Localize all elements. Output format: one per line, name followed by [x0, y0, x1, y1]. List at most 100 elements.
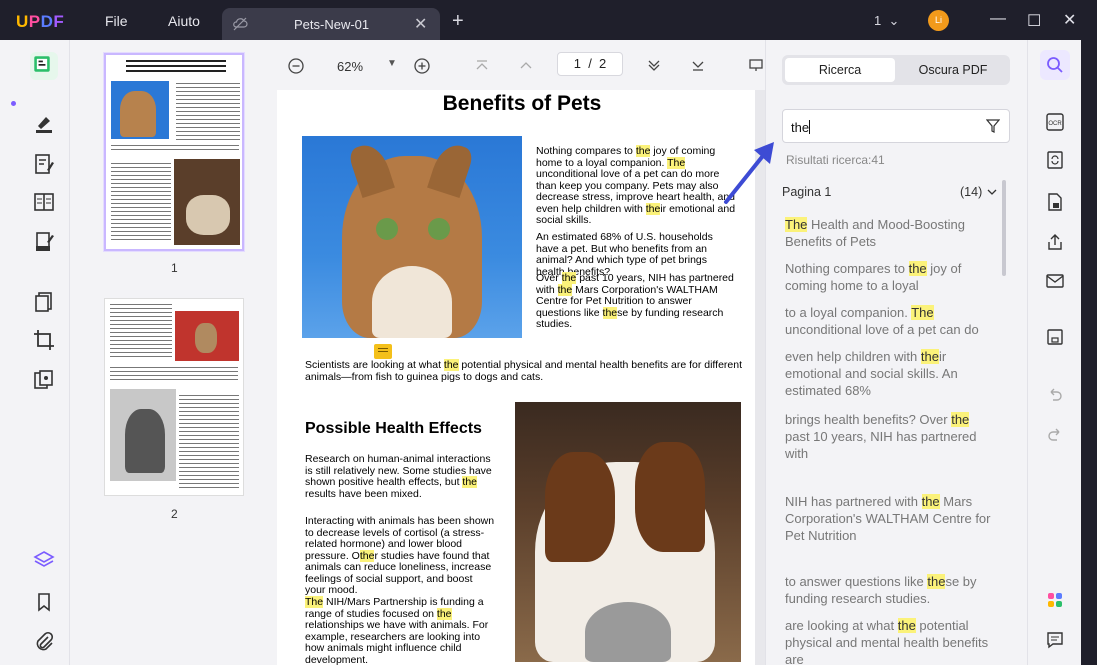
- comments-button[interactable]: [1045, 630, 1065, 650]
- search-button[interactable]: [1040, 50, 1070, 80]
- redo-button[interactable]: [1045, 425, 1065, 445]
- search-result[interactable]: The Health and Mood-Boosting Benefits of…: [785, 216, 997, 250]
- lock-file-icon: [1048, 193, 1062, 211]
- search-result[interactable]: are looking at what the potential physic…: [785, 617, 997, 665]
- convert-button[interactable]: [1045, 150, 1065, 170]
- presentation-icon[interactable]: [749, 58, 763, 72]
- first-page-icon[interactable]: [475, 59, 489, 73]
- viewer-toolbar: 62% ▼ 1 / 2: [277, 40, 765, 90]
- svg-text:OCR: OCR: [1048, 121, 1062, 127]
- annotation-arrow: [724, 142, 774, 204]
- sign-tool-button[interactable]: [32, 230, 56, 254]
- title-bar: UPDF File Aiuto Pets-New-01 ✕ + 1 ⌄ Li —…: [0, 0, 1097, 44]
- thumbnails-panel: 1 2: [71, 40, 277, 665]
- save-button[interactable]: [1045, 327, 1065, 347]
- search-result[interactable]: brings health benefits? Over the past 10…: [785, 411, 997, 462]
- edit-text-icon: [35, 154, 54, 174]
- tab-redact[interactable]: Oscura PDF: [898, 58, 1008, 82]
- layers-icon: [33, 551, 55, 567]
- thumbnail-page-number-2: 2: [171, 507, 178, 521]
- app-logo: UPDF: [16, 12, 65, 31]
- minimize-button[interactable]: —: [990, 10, 1006, 28]
- last-page-icon[interactable]: [691, 58, 705, 72]
- book-icon: [34, 193, 54, 211]
- results-count: Risultati ricerca:41: [786, 153, 885, 167]
- reader-icon: [34, 56, 50, 72]
- search-result[interactable]: to a loyal companion. The unconditional …: [785, 304, 997, 338]
- menu-help[interactable]: Aiuto: [168, 13, 200, 29]
- comment-note-icon[interactable]: [374, 344, 392, 359]
- search-result[interactable]: Nothing compares to the joy of coming ho…: [785, 260, 997, 294]
- chevron-down-icon: ⌄: [888, 13, 900, 28]
- document-title: Benefits of Pets: [442, 92, 602, 115]
- left-toolbar: [0, 40, 70, 665]
- bookmark-button[interactable]: [32, 590, 56, 614]
- cat-photo: [302, 136, 522, 338]
- search-mode-switch: Ricerca Oscura PDF: [782, 55, 1010, 85]
- page-group-label: Pagina 1: [782, 185, 832, 199]
- tab-search[interactable]: Ricerca: [785, 58, 895, 82]
- convert-icon: [1047, 151, 1063, 169]
- page-thumbnail-1[interactable]: [104, 53, 244, 251]
- paragraph-5: Research on human-animal interactions is…: [305, 453, 492, 500]
- share-button[interactable]: [1045, 232, 1065, 252]
- ocr-button[interactable]: OCR: [1045, 112, 1065, 132]
- page-number-field[interactable]: 1 / 2: [557, 52, 623, 76]
- chevron-down-icon[interactable]: [986, 186, 998, 198]
- search-icon: [1047, 57, 1063, 73]
- zoom-out-icon[interactable]: [288, 58, 304, 74]
- close-tab-icon[interactable]: ✕: [414, 14, 427, 34]
- reader-tool-button[interactable]: [30, 52, 58, 80]
- pages-icon: [35, 292, 52, 312]
- new-tab-button[interactable]: +: [452, 10, 464, 33]
- mail-icon: [1046, 274, 1064, 288]
- search-result[interactable]: even help children with their emotional …: [785, 348, 997, 399]
- protect-button[interactable]: [1045, 192, 1065, 212]
- page-group-count: (14): [960, 185, 983, 199]
- paragraph-3: Over the past 10 years, NIH has partnere…: [536, 272, 734, 330]
- highlighter-tool-button[interactable]: [32, 112, 56, 136]
- attachment-button[interactable]: [32, 630, 56, 654]
- close-window-button[interactable]: ✕: [1063, 10, 1076, 30]
- form-tool-button[interactable]: [32, 190, 56, 214]
- zoom-dropdown-icon[interactable]: ▼: [387, 58, 397, 69]
- stack-icon: [34, 370, 53, 389]
- crop-icon: [34, 330, 54, 350]
- layers-button[interactable]: [32, 548, 56, 572]
- comment-icon: [1047, 632, 1063, 649]
- paperclip-icon: [36, 631, 54, 651]
- ai-assistant-button[interactable]: [1045, 590, 1065, 610]
- search-result[interactable]: NIH has partnered with the Mars Corporat…: [785, 493, 997, 544]
- email-button[interactable]: [1045, 271, 1065, 291]
- previous-page-icon[interactable]: [519, 59, 533, 73]
- signature-icon: [36, 232, 54, 251]
- share-icon: [1048, 234, 1062, 250]
- bookmark-icon: [38, 593, 50, 612]
- search-input[interactable]: the: [782, 109, 1010, 143]
- save-icon: [1047, 329, 1063, 345]
- search-result[interactable]: to answer questions like these by fundin…: [785, 573, 997, 607]
- tools-button[interactable]: [32, 368, 56, 392]
- filter-icon[interactable]: [986, 119, 1000, 133]
- zoom-in-icon[interactable]: [414, 58, 430, 74]
- organize-pages-button[interactable]: [32, 290, 56, 314]
- document-tab[interactable]: Pets-New-01 ✕: [222, 8, 440, 40]
- avatar[interactable]: Li: [928, 10, 949, 31]
- crop-tool-button[interactable]: [32, 328, 56, 352]
- search-panel: Ricerca Oscura PDF the Risultati ricerca…: [765, 40, 1027, 665]
- results-scrollbar[interactable]: [1002, 180, 1006, 276]
- highlighter-icon: [36, 117, 52, 133]
- next-page-icon[interactable]: [647, 58, 661, 72]
- ai-assistant-icon: [1048, 593, 1062, 607]
- paragraph-6: Interacting with animals has been shown …: [305, 515, 495, 596]
- paragraph-7: The NIH/Mars Partnership is funding a ra…: [305, 596, 489, 665]
- menu-file[interactable]: File: [105, 13, 128, 29]
- zoom-level[interactable]: 62%: [337, 59, 363, 74]
- cloud-off-icon: [233, 17, 248, 31]
- window-indicator[interactable]: 1 ⌄: [874, 13, 899, 29]
- maximize-button[interactable]: ☐: [1027, 11, 1041, 31]
- page-thumbnail-2[interactable]: [104, 298, 244, 496]
- edit-tool-button[interactable]: [32, 152, 56, 176]
- undo-button[interactable]: [1045, 385, 1065, 405]
- right-rail: OCR: [1027, 40, 1081, 665]
